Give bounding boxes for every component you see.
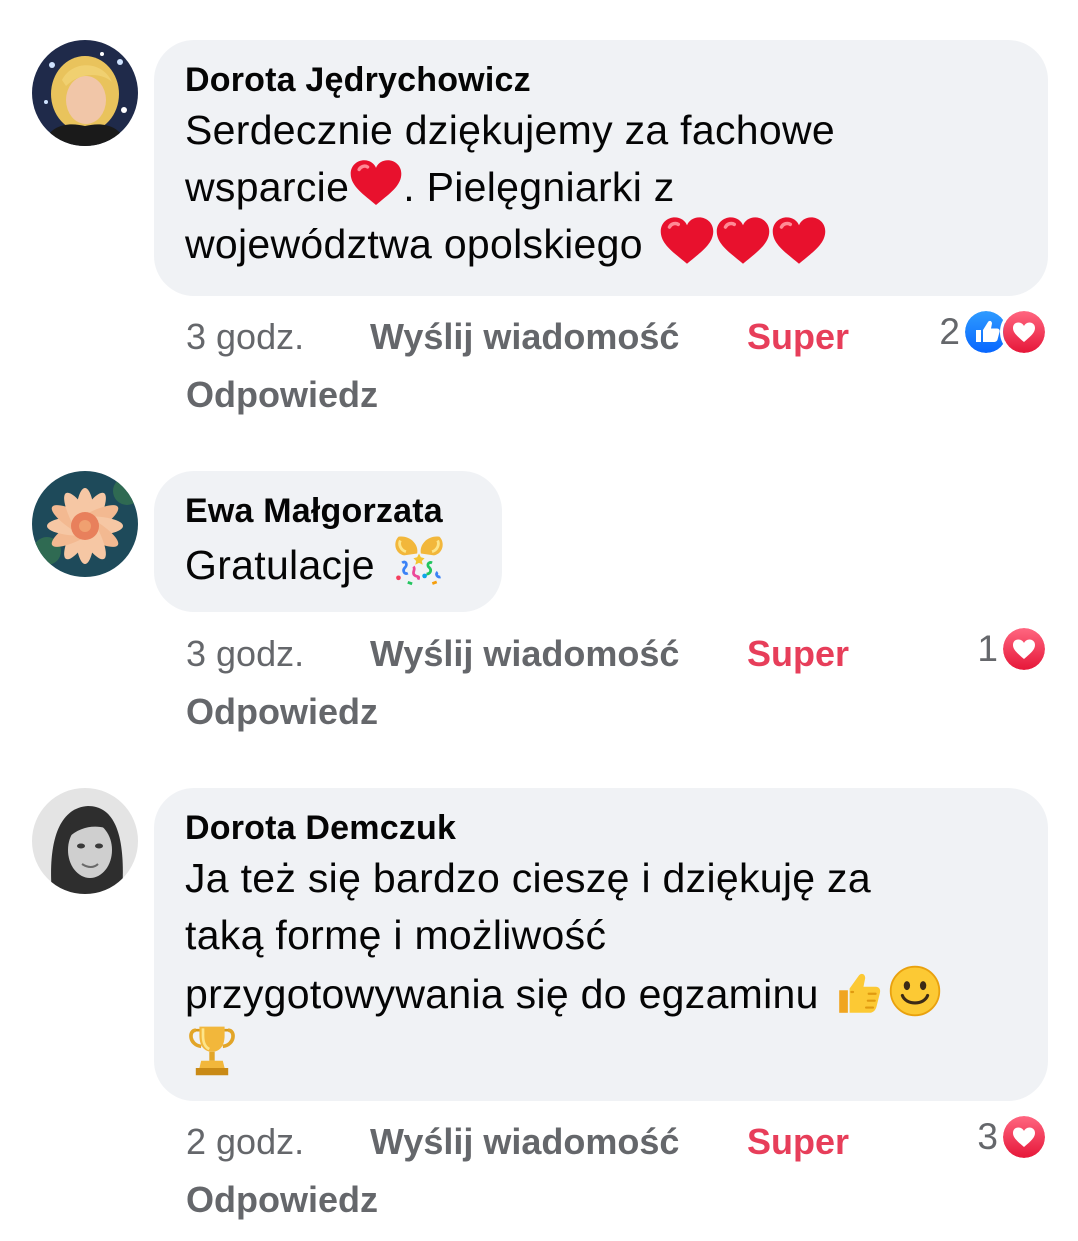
comment-line: taką formę i możliwość (185, 912, 607, 958)
reaction-summary[interactable]: 3 (977, 1113, 1048, 1161)
avatar[interactable] (32, 471, 138, 577)
comment-bubble: Ewa Małgorzata Gratulacje (154, 471, 502, 612)
avatar[interactable] (32, 788, 138, 894)
comment-author[interactable]: Dorota Jędrychowicz (185, 58, 1018, 102)
heart-emoji-icon (349, 159, 403, 207)
comment-author[interactable]: Ewa Małgorzata (185, 489, 472, 533)
send-message-link[interactable]: Wyślij wiadomość (370, 633, 679, 675)
reply-link[interactable]: Odpowiedz (186, 374, 378, 416)
love-icon (1000, 308, 1048, 356)
heart-emoji-icon (771, 216, 827, 266)
reply-link[interactable]: Odpowiedz (186, 1179, 378, 1221)
comment-author[interactable]: Dorota Demczuk (185, 806, 1018, 850)
send-message-link[interactable]: Wyślij wiadomość (370, 1121, 679, 1163)
comment-text: Ja też się bardzo cieszę i dziękuję za t… (185, 850, 1018, 1086)
comment-line-part: województwa opolskiego (185, 221, 643, 267)
love-icon (1000, 1113, 1048, 1161)
avatar-image (32, 788, 138, 894)
comment-timestamp[interactable]: 2 godz. (186, 1121, 304, 1163)
reaction-count: 3 (977, 1116, 998, 1157)
reaction-button[interactable]: Super (747, 633, 849, 675)
love-icon (1000, 625, 1048, 673)
comment-line: Serdecznie dziękujemy za fachowe (185, 107, 835, 153)
comment-line-part: przygotowywania się do egzaminu (185, 971, 819, 1017)
reply-link[interactable]: Odpowiedz (186, 691, 378, 733)
comment-bubble: Dorota Jędrychowicz Serdecznie dziękujem… (154, 40, 1048, 296)
comment-line-part: . Pielęgniarki z (403, 164, 675, 210)
comment-line: Gratulacje (185, 533, 472, 594)
reaction-count: 2 (939, 311, 960, 352)
reaction-button[interactable]: Super (747, 1121, 849, 1163)
avatar-image (32, 40, 138, 146)
comment-line-part: Gratulacje (185, 542, 375, 588)
comment-line: Ja też się bardzo cieszę i dziękuję za (185, 855, 871, 901)
comment-text: Serdecznie dziękujemy za fachowe wsparci… (185, 102, 1018, 273)
comment-line (185, 1023, 1018, 1086)
reaction-summary[interactable]: 2 (939, 308, 1048, 356)
comment-line-part: wsparcie (185, 164, 350, 210)
comment-bubble: Dorota Demczuk Ja też się bardzo cieszę … (154, 788, 1048, 1101)
reaction-summary[interactable]: 1 (977, 625, 1048, 673)
comment-text: Gratulacje (185, 533, 472, 594)
heart-emoji-icon (659, 216, 715, 266)
send-message-link[interactable]: Wyślij wiadomość (370, 316, 679, 358)
comment-timestamp[interactable]: 3 godz. (186, 633, 304, 675)
trophy-emoji-icon (185, 1023, 239, 1077)
avatar[interactable] (32, 40, 138, 146)
reaction-button[interactable]: Super (747, 316, 849, 358)
comment-line: wsparcie . Pielęgniarki z (185, 159, 1018, 216)
comment-line: przygotowywania się do egzaminu (185, 964, 1018, 1023)
comment-timestamp[interactable]: 3 godz. (186, 316, 304, 358)
comment-line: województwa opolskiego (185, 216, 1018, 273)
thumbs-up-emoji-icon (834, 966, 886, 1018)
avatar-image (32, 471, 138, 577)
party-popper-emoji-icon (391, 533, 447, 589)
heart-emoji-icon (715, 216, 771, 266)
reaction-count: 1 (977, 628, 998, 669)
smiley-emoji-icon (888, 964, 942, 1018)
